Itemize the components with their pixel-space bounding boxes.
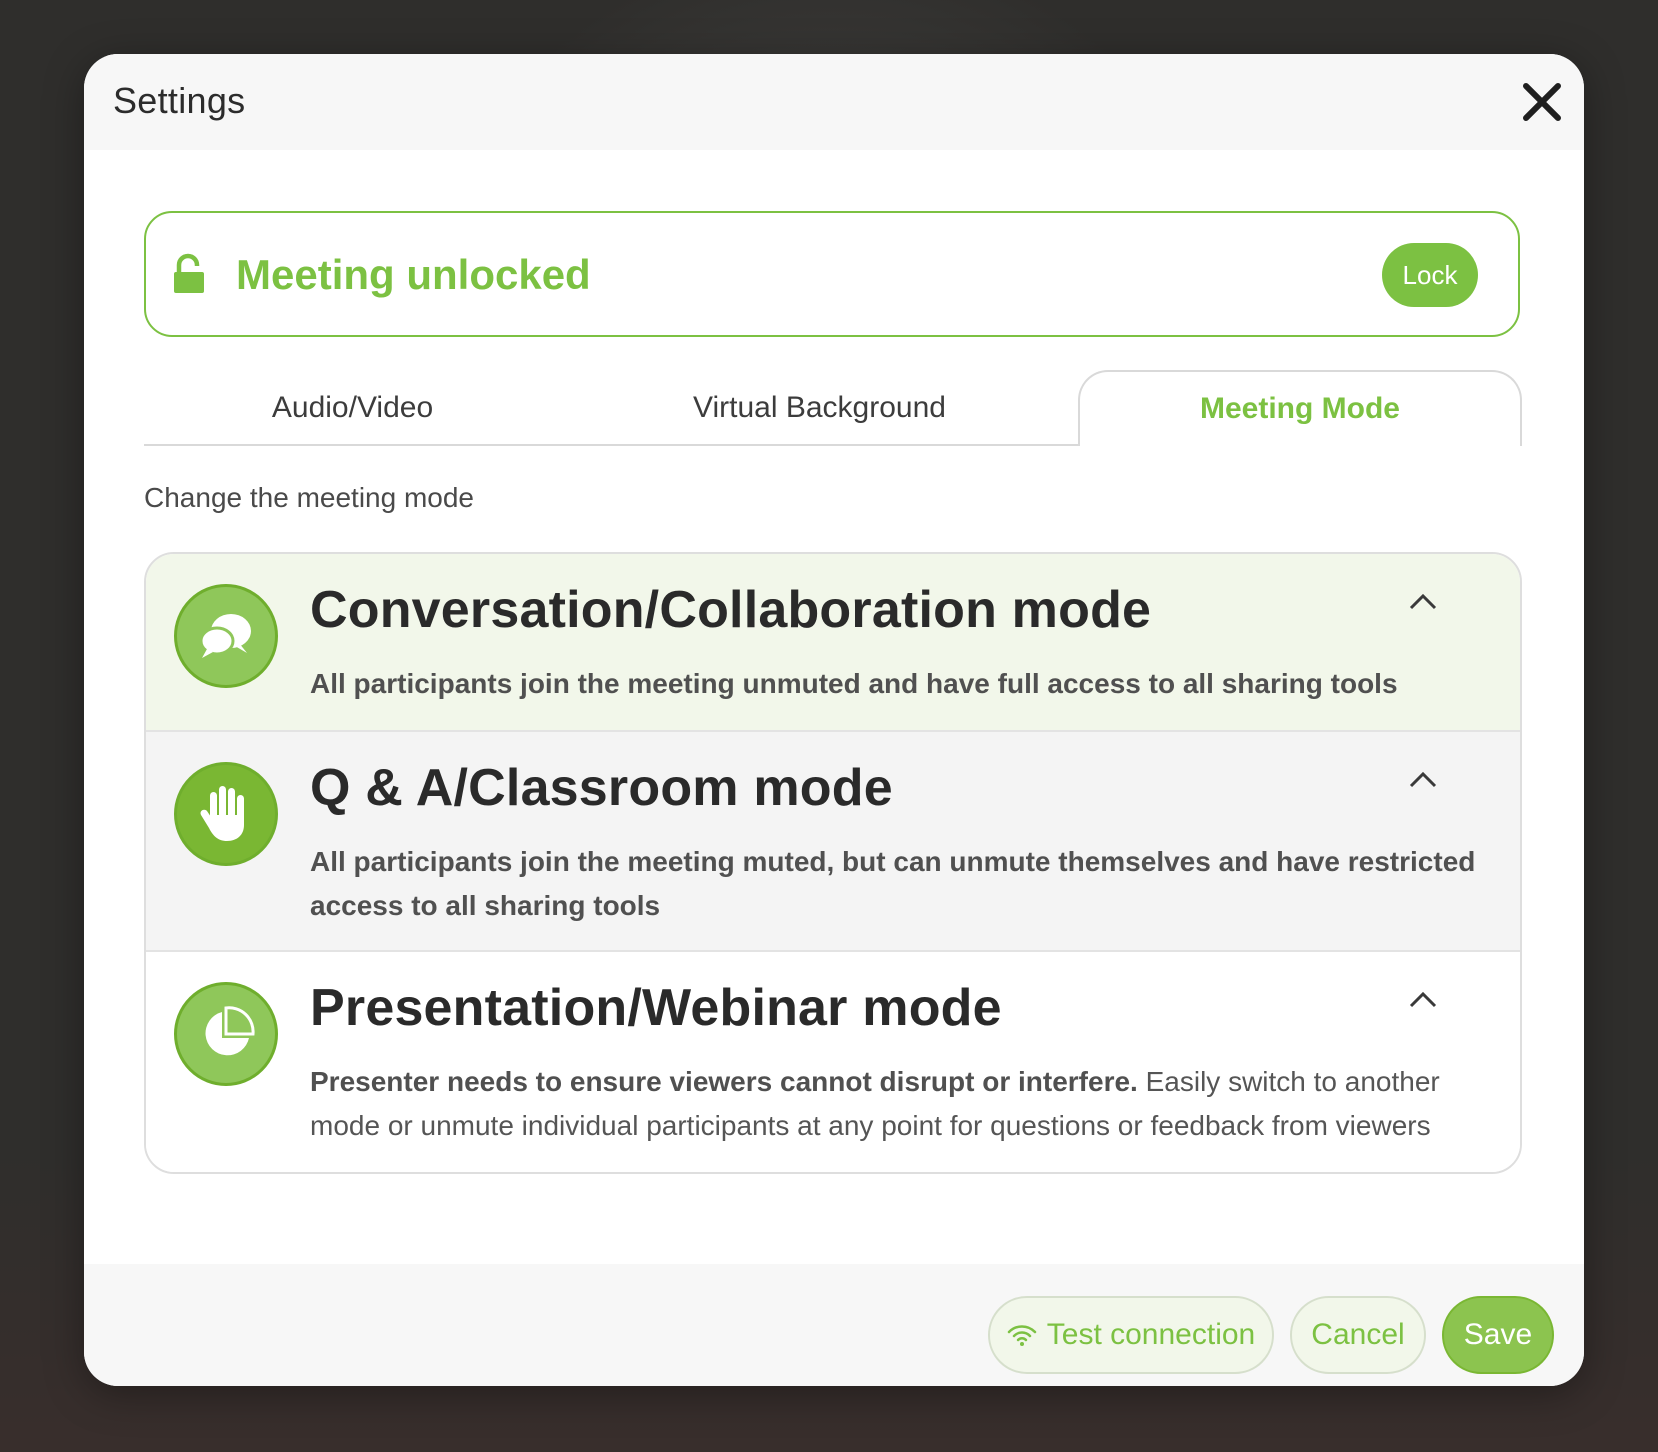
mode-description: All participants join the meeting unmute… xyxy=(310,662,1490,706)
chevron-up-icon[interactable] xyxy=(1408,592,1438,612)
section-subtitle: Change the meeting mode xyxy=(144,482,474,513)
dialog-footer: Test connection Cancel Save xyxy=(84,1264,1584,1386)
lock-status-text: Meeting unlocked xyxy=(236,251,591,298)
tab-audio-video[interactable]: Audio/Video xyxy=(144,370,561,446)
mode-description: All participants join the meeting muted,… xyxy=(310,840,1490,928)
mode-title: Presentation/Webinar mode xyxy=(310,979,1002,1037)
mode-option-conversation[interactable]: Conversation/Collaboration mode All part… xyxy=(146,554,1520,732)
mode-option-qa-classroom[interactable]: Q & A/Classroom mode All participants jo… xyxy=(146,730,1520,950)
chevron-up-icon[interactable] xyxy=(1408,770,1438,790)
meeting-mode-list: Conversation/Collaboration mode All part… xyxy=(144,552,1522,1174)
mode-description-bold: All participants join the meeting muted,… xyxy=(310,846,1476,921)
mode-title: Conversation/Collaboration mode xyxy=(310,581,1152,639)
mode-title: Q & A/Classroom mode xyxy=(310,759,893,817)
unlocked-padlock-icon xyxy=(172,253,206,295)
dialog-title: Settings xyxy=(113,80,246,121)
close-icon[interactable] xyxy=(1518,78,1566,126)
dialog-header: Settings xyxy=(84,54,1584,150)
cancel-button[interactable]: Cancel xyxy=(1290,1296,1426,1374)
test-connection-label: Test connection xyxy=(1046,1318,1256,1351)
settings-tabs: Audio/Video Virtual Background Meeting M… xyxy=(144,370,1522,446)
raised-hand-icon xyxy=(174,762,278,866)
tab-virtual-background[interactable]: Virtual Background xyxy=(561,370,1078,446)
mode-description-bold: All participants join the meeting unmute… xyxy=(310,668,1398,699)
tab-meeting-mode[interactable]: Meeting Mode xyxy=(1078,370,1522,446)
mode-description-bold: Presenter needs to ensure viewers cannot… xyxy=(310,1066,1138,1097)
meeting-lock-banner: Meeting unlocked Lock xyxy=(144,211,1520,337)
save-button[interactable]: Save xyxy=(1442,1296,1554,1374)
chat-bubbles-icon xyxy=(174,584,278,688)
mode-description: Presenter needs to ensure viewers cannot… xyxy=(310,1060,1490,1148)
mode-option-presentation[interactable]: Presentation/Webinar mode Presenter need… xyxy=(146,950,1520,1172)
lock-button[interactable]: Lock xyxy=(1382,243,1478,307)
settings-dialog: Settings Meeting unlocked Lock Audio/Vid… xyxy=(84,54,1584,1386)
test-connection-button[interactable]: Test connection xyxy=(988,1296,1274,1374)
chevron-up-icon[interactable] xyxy=(1408,990,1438,1010)
pie-chart-icon xyxy=(174,982,278,1086)
wifi-icon xyxy=(1007,1325,1037,1346)
